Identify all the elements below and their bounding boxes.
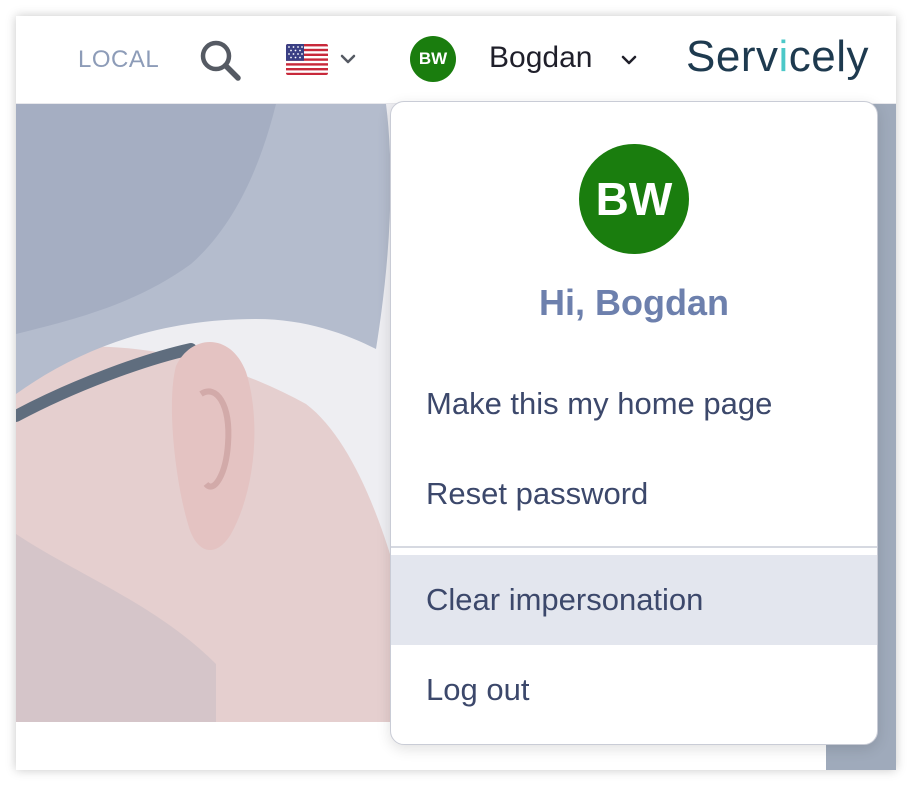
- menu-item-clear-impersonation[interactable]: Clear impersonation: [391, 555, 877, 645]
- environment-label: LOCAL: [78, 46, 160, 73]
- language-selector[interactable]: [284, 42, 364, 78]
- chevron-down-icon: [621, 55, 637, 65]
- menu-item-reset-password[interactable]: Reset password: [391, 449, 877, 539]
- servicely-logo[interactable]: Servicely: [686, 32, 869, 82]
- avatar: BW: [579, 144, 689, 254]
- avatar: BW: [410, 36, 456, 82]
- user-name: Bogdan: [489, 41, 593, 74]
- menu-item-make-home-page[interactable]: Make this my home page: [391, 359, 877, 449]
- us-flag-icon: [286, 44, 328, 75]
- search-icon: [200, 40, 241, 81]
- top-header: LOCAL BW Bogdan Servicely: [16, 16, 896, 104]
- menu-item-log-out[interactable]: Log out: [391, 645, 877, 735]
- chevron-down-icon: [340, 54, 356, 64]
- app-window: LOCAL BW Bogdan Servicely BW Hi, Bogdan …: [16, 16, 896, 770]
- user-dropdown-menu: BW Hi, Bogdan Make this my home page Res…: [390, 101, 878, 745]
- divider: [391, 546, 877, 548]
- greeting-heading: Hi, Bogdan: [539, 282, 729, 323]
- search-button[interactable]: [198, 38, 244, 84]
- user-menu-button[interactable]: BW Bogdan: [408, 34, 648, 86]
